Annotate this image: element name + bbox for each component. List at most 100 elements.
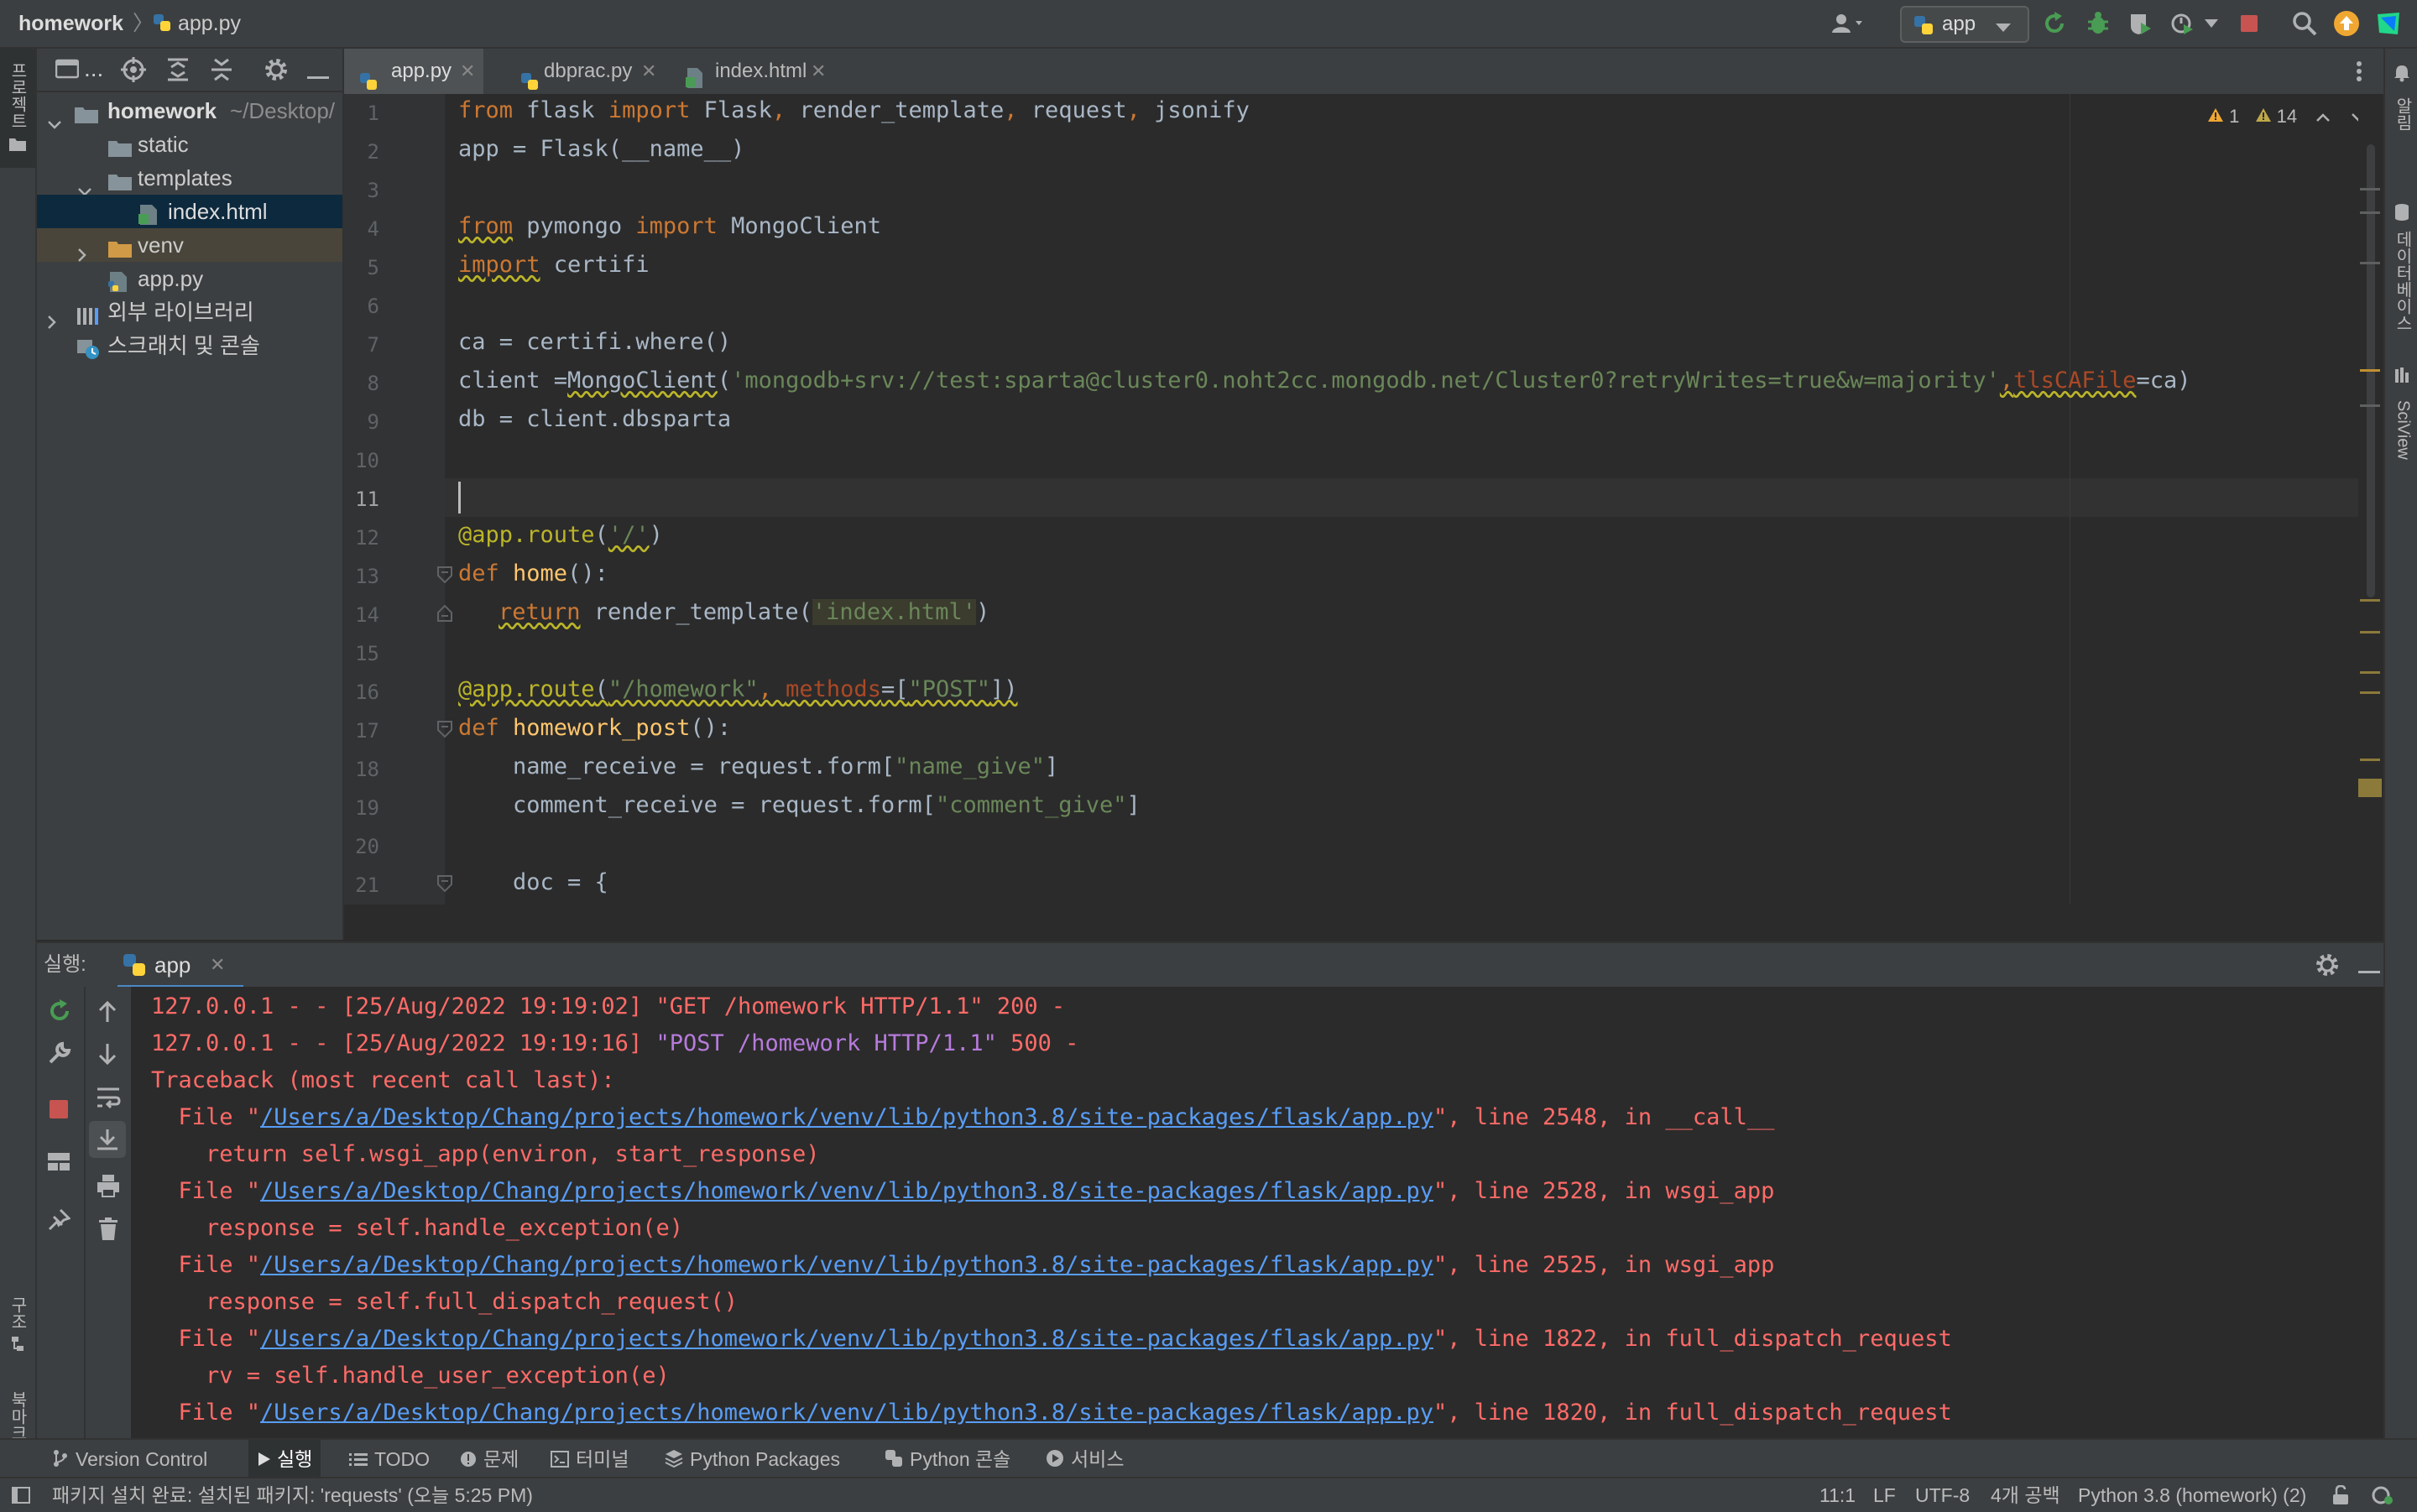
code-token: from: [458, 213, 514, 239]
arrow-up-icon[interactable]: [96, 1000, 119, 1028]
update-icon[interactable]: [2330, 7, 2363, 40]
close-icon[interactable]: ✕: [460, 49, 475, 94]
tree-item-templates[interactable]: templates: [37, 161, 342, 196]
tool-tab-python-packages[interactable]: Python Packages: [665, 1440, 840, 1478]
pin-icon[interactable]: [47, 1208, 71, 1236]
stop-icon[interactable]: [2232, 7, 2266, 40]
run-tab-app[interactable]: app ✕: [117, 943, 243, 988]
tab-dbprac-py[interactable]: dbprac.py ✕: [505, 49, 668, 94]
code-token: MongoClient: [717, 213, 881, 239]
tool-tab-todo[interactable]: TODO: [349, 1440, 430, 1478]
indent-setting[interactable]: 4개 공백: [1991, 1478, 2060, 1512]
tool-tab-label: Python 콘솔: [910, 1448, 1011, 1470]
tree-item-external-libraries[interactable]: 외부 라이브러리: [37, 295, 342, 329]
line-number: 16: [355, 680, 379, 704]
hide-panel-icon[interactable]: [2358, 963, 2380, 978]
tree-item-label: 스크래치 및 콘솔: [107, 333, 260, 358]
tree-item-index-html[interactable]: index.html: [37, 195, 342, 228]
hide-panel-icon[interactable]: [307, 69, 329, 84]
project-view-dropdown[interactable]: ...: [84, 55, 103, 82]
soft-wrap-icon[interactable]: [96, 1086, 121, 1113]
user-account-icon[interactable]: [1823, 7, 1871, 40]
fold-icon[interactable]: [436, 874, 453, 896]
rerun-icon[interactable]: [2038, 7, 2071, 40]
profile-icon[interactable]: [2165, 7, 2199, 40]
code-token: tlsCAFile: [2013, 368, 2137, 394]
close-icon[interactable]: ✕: [210, 943, 225, 987]
settings-gear-icon[interactable]: [264, 57, 289, 86]
fold-icon[interactable]: [436, 720, 453, 742]
tab-index-html[interactable]: index.html ✕: [676, 49, 844, 94]
expand-all-icon[interactable]: [166, 57, 190, 86]
structure-tool-button[interactable]: 구조: [0, 1240, 35, 1366]
close-icon[interactable]: ✕: [811, 49, 826, 94]
tool-tab-problems[interactable]: 문제: [460, 1440, 519, 1478]
settings-gear-icon[interactable]: [2315, 952, 2340, 982]
print-icon[interactable]: [96, 1173, 121, 1202]
breadcrumb-project[interactable]: homework: [18, 0, 123, 47]
close-icon[interactable]: ✕: [641, 49, 656, 94]
view-mode-icon[interactable]: [55, 59, 80, 83]
toggle-tool-windows-icon[interactable]: [12, 1487, 30, 1508]
line-separator[interactable]: LF: [1873, 1478, 1896, 1512]
console-file-link[interactable]: /Users/a/Desktop/Chang/projects/homework…: [260, 1178, 1433, 1204]
tool-tab-python-console[interactable]: Python 콘솔: [885, 1440, 1010, 1478]
python-interpreter[interactable]: Python 3.8 (homework) (2): [2078, 1478, 2306, 1512]
sciview-icon: [2394, 366, 2410, 388]
database-tool-button[interactable]: 데이터베이스: [2385, 156, 2417, 341]
notifications-tool-button[interactable]: 알림: [2385, 57, 2417, 158]
console-file-link[interactable]: /Users/a/Desktop/Chang/projects/homework…: [260, 1104, 1433, 1130]
more-run-options-icon[interactable]: [2200, 7, 2222, 40]
stripe-mark: [2360, 211, 2380, 214]
ide-logo-icon[interactable]: [2372, 7, 2405, 40]
caret-position[interactable]: 11:1: [1819, 1478, 1856, 1512]
tree-item-app-py[interactable]: app.py: [37, 262, 342, 295]
console-file-link[interactable]: /Users/a/Desktop/Chang/projects/homework…: [260, 1252, 1433, 1278]
git-sync-icon[interactable]: [2372, 1485, 2394, 1509]
file-encoding[interactable]: UTF-8: [1915, 1478, 1970, 1512]
breadcrumb-file[interactable]: app.py: [178, 0, 241, 47]
arrow-down-icon[interactable]: [96, 1042, 119, 1070]
run-console-output[interactable]: 127.0.0.1 - - [25/Aug/2022 19:19:02] "GE…: [131, 987, 2383, 1438]
error-stripe[interactable]: [2358, 94, 2383, 905]
tree-item-scratches[interactable]: 스크래치 및 콘솔: [37, 329, 342, 362]
more-tabs-icon[interactable]: [2355, 60, 2363, 86]
project-tool-button[interactable]: 프로젝트: [0, 49, 35, 168]
code-token: 'mongodb+srv://test:sparta@cluster0.noht…: [731, 368, 2000, 394]
line-number: 11: [355, 487, 379, 511]
previous-highlight-icon[interactable]: [2315, 106, 2331, 127]
tree-item-static[interactable]: static: [37, 128, 342, 161]
console-file-link[interactable]: /Users/a/Desktop/Chang/projects/homework…: [260, 1400, 1433, 1426]
tree-item-homework[interactable]: homework ~/Desktop/: [37, 94, 342, 129]
code-editor[interactable]: 1 2 3 4 5 6 7 8 9 10 11 12 13 14 15 16 1…: [344, 94, 2383, 905]
tab-app-py[interactable]: app.py ✕: [344, 49, 483, 97]
fold-end-icon[interactable]: [436, 604, 453, 626]
search-icon[interactable]: [2288, 7, 2321, 40]
run-with-coverage-icon[interactable]: [2123, 7, 2157, 40]
run-config-selector[interactable]: app: [1900, 6, 2029, 43]
console-file-link[interactable]: /Users/a/Desktop/Chang/projects/homework…: [260, 1326, 1433, 1352]
layout-icon[interactable]: [47, 1151, 70, 1177]
rerun-icon[interactable]: [47, 998, 72, 1028]
trash-icon[interactable]: [97, 1217, 119, 1246]
lock-icon[interactable]: [2331, 1484, 2350, 1509]
stop-icon[interactable]: [49, 1099, 69, 1124]
python-file-icon: [153, 13, 171, 32]
tab-label: app.py: [391, 60, 452, 82]
tool-tab-terminal[interactable]: 터미널: [551, 1440, 629, 1478]
tool-tab-services[interactable]: 서비스: [1046, 1440, 1124, 1478]
scroll-to-end-button[interactable]: [89, 1121, 126, 1158]
fold-icon[interactable]: [436, 566, 453, 587]
tree-item-venv[interactable]: venv: [37, 228, 342, 262]
code-token: (: [594, 676, 608, 702]
debug-icon[interactable]: [2081, 7, 2115, 40]
wrench-icon[interactable]: [47, 1040, 72, 1070]
status-message[interactable]: 패키지 설치 완료: 설치된 패키지: 'requests' (오늘 5:25 …: [52, 1478, 533, 1512]
structure-icon: [10, 1336, 25, 1357]
tool-tab-run[interactable]: 실행: [248, 1440, 321, 1478]
collapse-all-icon[interactable]: [210, 57, 233, 86]
sciview-tool-button[interactable]: SciView: [2385, 342, 2417, 477]
locate-file-icon[interactable]: [121, 57, 146, 86]
inspection-widget[interactable]: 1 14: [2207, 102, 2366, 131]
tool-tab-version-control[interactable]: Version Control: [52, 1440, 207, 1478]
